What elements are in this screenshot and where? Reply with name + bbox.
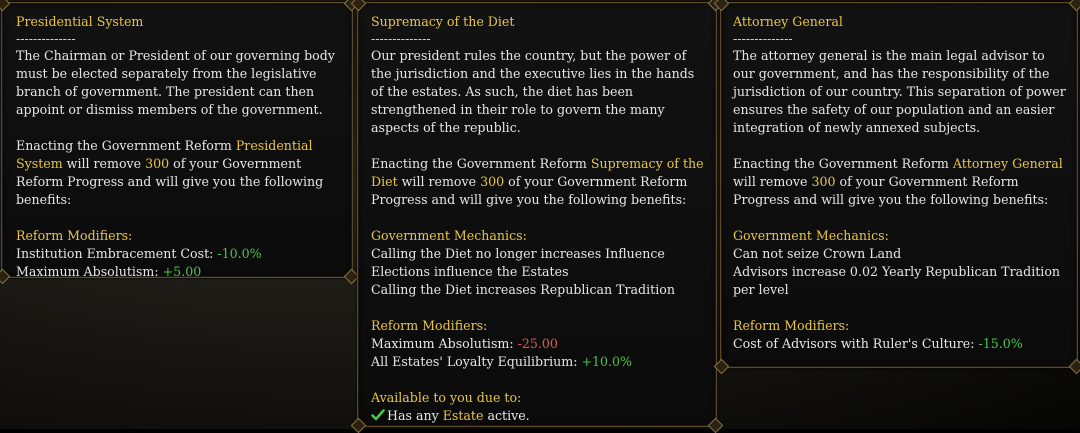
mechanic-item: Calling the Diet no longer increases Inf… [371, 246, 665, 261]
mechanic-item: Can not seize Crown Land [733, 246, 902, 261]
reform-name: Attorney General [952, 156, 1063, 171]
tooltip-attorney-general: Attorney General -------------- The atto… [713, 2, 1080, 375]
tooltip-title: Presidential System [16, 14, 144, 29]
enact-text: Enacting the Government Reform President… [16, 138, 324, 207]
description: Our president rules the country, but the… [371, 48, 695, 135]
mechanics-heading: Government Mechanics: [371, 228, 527, 243]
available-row: Has any Estate active. [371, 407, 708, 425]
mechanics-heading: Government Mechanics: [733, 228, 889, 243]
enact-text: Enacting the Government Reform Supremacy… [371, 156, 704, 207]
tooltip-supremacy-of-the-diet: Supremacy of the Diet -------------- Our… [350, 2, 724, 433]
tooltip-presidential-system: Presidential System -------------- The C… [0, 2, 360, 285]
description: The attorney general is the main legal a… [733, 48, 1066, 135]
reform-cost: 300 [145, 156, 170, 171]
check-icon [371, 408, 385, 422]
modifiers-heading: Reform Modifiers: [16, 228, 133, 243]
modifier-row: All Estates' Loyalty Equilibrium: +10.0% [371, 354, 633, 369]
separator: -------------- [733, 31, 793, 46]
modifier-row: Cost of Advisors with Ruler's Culture: -… [733, 336, 1023, 351]
mechanic-item: Calling the Diet increases Republican Tr… [371, 282, 675, 297]
reform-cost: 300 [480, 174, 505, 189]
separator: -------------- [371, 31, 431, 46]
mechanic-item: Elections influence the Estates [371, 264, 569, 279]
modifiers-heading: Reform Modifiers: [371, 318, 488, 333]
description: The Chairman or President of our governi… [16, 48, 335, 117]
modifier-row: Maximum Absolutism: +5.00 [16, 264, 202, 279]
mechanic-item: Advisors increase 0.02 Yearly Republican… [733, 264, 1061, 297]
modifiers-heading: Reform Modifiers: [733, 318, 850, 333]
enact-text: Enacting the Government Reform Attorney … [733, 156, 1063, 207]
separator: -------------- [16, 31, 76, 46]
reform-cost: 300 [811, 174, 836, 189]
available-heading: Available to you due to: [371, 390, 522, 405]
modifier-row: Institution Embracement Cost: -10.0% [16, 246, 262, 261]
tooltip-title: Attorney General [733, 14, 843, 29]
modifier-row: Maximum Absolutism: -25.00 [371, 336, 558, 351]
tooltip-title: Supremacy of the Diet [371, 14, 515, 29]
